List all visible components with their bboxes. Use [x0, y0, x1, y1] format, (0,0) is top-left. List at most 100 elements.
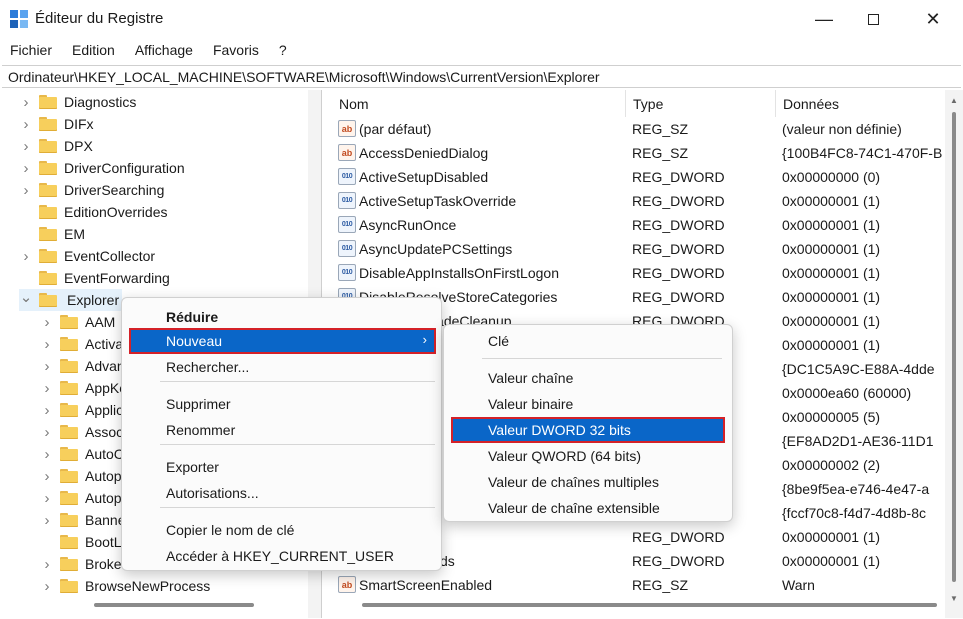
menu-favoris[interactable]: Favoris — [203, 39, 269, 63]
chevron-right-icon[interactable]: › — [40, 314, 54, 331]
chevron-right-icon[interactable]: › — [40, 468, 54, 485]
submenu-item[interactable]: Valeur DWORD 32 bits — [451, 417, 725, 443]
tree-item[interactable]: › DIFx — [19, 113, 94, 135]
chevron-down-icon[interactable]: ⌄ — [19, 289, 33, 306]
tree-item[interactable]: › DriverSearching — [19, 179, 165, 201]
menu-help[interactable]: ? — [269, 39, 297, 63]
tree-item[interactable]: › Autop — [40, 465, 122, 487]
list-scrollbar[interactable]: ▲ ▼ — [945, 90, 963, 618]
tree-item[interactable]: › BrowseNewProcess — [40, 575, 211, 597]
tree-item[interactable]: › Autop — [40, 487, 122, 509]
tree-item[interactable]: › DriverConfiguration — [19, 157, 185, 179]
context-menu-item[interactable]: Copier le nom de clé — [130, 518, 435, 542]
context-menu-item[interactable]: Exporter — [130, 455, 435, 479]
tree-item-explorer[interactable]: ⌄ Explorer — [19, 289, 123, 311]
tree-item[interactable]: BootL — [40, 531, 122, 553]
context-menu-item[interactable]: Accéder à HKEY_CURRENT_USER — [130, 544, 435, 568]
submenu-item[interactable]: Valeur binaire — [452, 392, 724, 416]
column-header-type[interactable]: Type — [626, 90, 776, 117]
chevron-right-icon[interactable]: › — [40, 512, 54, 529]
value-type: REG_DWORD — [632, 529, 725, 545]
table-row[interactable]: 010 ActiveSetupTaskOverride REG_DWORD 0x000… — [332, 189, 942, 213]
submenu-item[interactable]: Valeur de chaîne extensible — [452, 496, 724, 520]
chevron-right-icon[interactable]: › — [19, 94, 33, 111]
tree-item-label: Advan — [85, 358, 125, 374]
tree-item[interactable]: › Broke — [40, 553, 122, 575]
table-row[interactable]: ab SmartScreenEnabled REG_SZ Warn — [332, 573, 942, 597]
context-menu-item[interactable]: Supprimer — [130, 392, 435, 416]
chevron-right-icon[interactable]: › — [40, 380, 54, 397]
chevron-right-icon[interactable]: › — [19, 182, 33, 199]
context-menu-item-label: Autorisations... — [166, 485, 259, 501]
context-menu-item[interactable]: Nouveau › — [129, 328, 436, 354]
submenu-item[interactable]: Clé — [452, 329, 724, 353]
tree-item[interactable]: › AAM — [40, 311, 116, 333]
folder-icon — [39, 271, 57, 285]
table-row[interactable]: ab AccessDeniedDialog REG_SZ {100B4FC8-74C1… — [332, 141, 942, 165]
tree-item[interactable]: › Diagnostics — [19, 91, 137, 113]
chevron-right-icon[interactable]: › — [40, 556, 54, 573]
chevron-right-icon[interactable]: › — [19, 248, 33, 265]
table-row[interactable]: 010 AsyncUpdatePCSettings REG_DWORD 0x00000… — [332, 237, 942, 261]
tree-item[interactable]: › AppKe — [40, 377, 128, 399]
context-menu-item[interactable]: Rechercher... — [130, 355, 435, 379]
submenu-item[interactable]: Valeur QWORD (64 bits) — [452, 444, 724, 468]
tree-item[interactable]: › Advan — [40, 355, 125, 377]
submenu-item[interactable]: Valeur de chaînes multiples — [452, 470, 724, 494]
chevron-right-icon[interactable]: › — [40, 424, 54, 441]
tree-item[interactable]: › DPX — [19, 135, 93, 157]
chevron-right-icon[interactable]: › — [40, 490, 54, 507]
list-scroll-thumb[interactable] — [952, 112, 956, 582]
chevron-right-icon[interactable]: › — [19, 138, 33, 155]
tree-item[interactable]: EventForwarding — [19, 267, 170, 289]
table-row[interactable]: ab (par défaut) REG_SZ (valeur non définie) — [332, 117, 942, 141]
scroll-up-icon[interactable]: ▲ — [950, 96, 958, 105]
column-header-data[interactable]: Données — [776, 90, 945, 117]
tree-item[interactable]: › Banne — [40, 509, 126, 531]
context-menu-item-label: Réduire — [166, 309, 219, 325]
tree-item[interactable]: › Activa — [40, 333, 124, 355]
menu-edition[interactable]: Edition — [62, 39, 125, 63]
menu-fichier[interactable]: Fichier — [0, 39, 62, 63]
chevron-right-icon[interactable] — [40, 535, 54, 549]
tree-item-label: Applic — [85, 402, 124, 418]
close-button[interactable]: ✕ — [909, 0, 957, 38]
chevron-right-icon[interactable] — [19, 271, 33, 285]
tree-item-label: Diagnostics — [64, 94, 137, 110]
chevron-right-icon[interactable]: › — [19, 116, 33, 133]
chevron-right-icon[interactable] — [19, 227, 33, 241]
chevron-right-icon[interactable]: › — [40, 402, 54, 419]
list-horizontal-scroll-thumb[interactable] — [362, 603, 937, 607]
context-menu-item[interactable]: Renommer — [130, 418, 435, 442]
value-data: 0x00000001 (1) — [782, 529, 881, 545]
menu-separator — [160, 507, 435, 508]
chevron-right-icon[interactable]: › — [40, 578, 54, 595]
table-row[interactable]: 010 AsyncRunOnce REG_DWORD 0x00000001 (1) — [332, 213, 942, 237]
menu-affichage[interactable]: Affichage — [125, 39, 203, 63]
minimize-button[interactable]: — — [800, 0, 848, 38]
table-row[interactable]: 010 ActiveSetupDisabled REG_DWORD 0x0000000… — [332, 165, 942, 189]
chevron-right-icon[interactable]: › — [40, 336, 54, 353]
context-menu-item[interactable]: Autorisations... — [130, 481, 435, 505]
address-bar[interactable]: Ordinateur\HKEY_LOCAL_MACHINE\SOFTWARE\M… — [2, 65, 961, 88]
chevron-right-icon[interactable]: › — [40, 446, 54, 463]
context-menu-item-label: Nouveau — [166, 333, 223, 349]
chevron-right-icon[interactable]: › — [19, 160, 33, 177]
folder-icon — [39, 249, 57, 263]
tree-item[interactable]: › EventCollector — [19, 245, 156, 267]
chevron-right-icon[interactable] — [19, 205, 33, 219]
table-row[interactable]: 010 DisableAppInstallsOnFirstLogon REG_DWO… — [332, 261, 942, 285]
submenu-item[interactable]: Valeur chaîne — [452, 366, 724, 390]
column-header-name[interactable]: Nom — [332, 90, 626, 117]
context-menu-item[interactable]: Réduire — [130, 305, 435, 329]
tree-item[interactable]: › Applic — [40, 399, 124, 421]
tree-item[interactable]: › Associ — [40, 421, 127, 443]
tree-horizontal-scroll-thumb[interactable] — [94, 603, 254, 607]
tree-item[interactable]: EditionOverrides — [19, 201, 168, 223]
chevron-right-icon[interactable]: › — [40, 358, 54, 375]
scroll-down-icon[interactable]: ▼ — [950, 594, 958, 603]
value-data: {EF8AD2D1-AE36-11D1 — [782, 433, 934, 449]
tree-item[interactable]: › AutoC — [40, 443, 124, 465]
tree-item[interactable]: EM — [19, 223, 85, 245]
maximize-button[interactable] — [849, 0, 897, 38]
